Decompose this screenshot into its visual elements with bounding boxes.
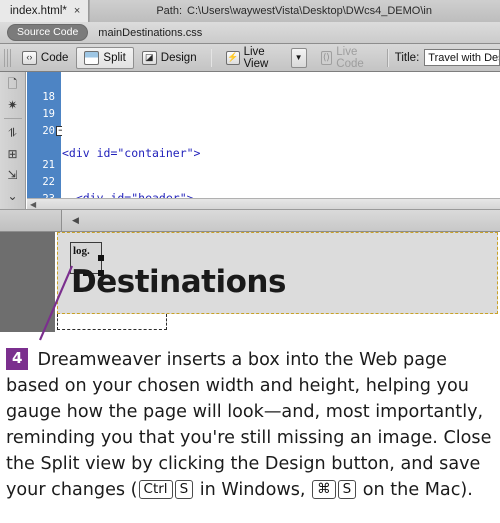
caption-text-part2: in Windows,	[194, 480, 312, 500]
design-view-button[interactable]: ◪ Design	[134, 47, 205, 69]
view-splitter-bar[interactable]: ◀	[0, 210, 500, 232]
caption-text-part1: Dreamweaver inserts a box into the Web p…	[6, 350, 492, 500]
design-view-pane: ◀ log. Destinations	[0, 210, 500, 332]
design-icon: ◪	[141, 50, 157, 65]
path-value: C:\Users\waywestVista\Desktop\DWcs4_DEMO…	[187, 5, 432, 17]
splitter-arrow-icon[interactable]: ◀	[72, 215, 79, 226]
split-view-label: Split	[103, 51, 126, 64]
header-div[interactable]: log. Destinations	[57, 232, 498, 314]
key-ctrl: Ctrl	[138, 480, 173, 499]
sidebar1-div[interactable]	[57, 314, 167, 330]
related-file-css[interactable]: mainDestinations.css	[98, 27, 202, 39]
canvas-background	[0, 232, 55, 332]
code-text-area[interactable]: <div id="container"> <div id="header"> <…	[62, 72, 500, 209]
expand-all-icon[interactable]: ⇲	[3, 166, 23, 184]
path-label: Path:	[156, 5, 183, 17]
resize-handle-right[interactable]	[98, 255, 104, 261]
snippet-icon[interactable]: ✷	[3, 96, 23, 114]
step-number-badge: 4	[6, 348, 29, 370]
document-tab-index-html[interactable]: index.html* ×	[0, 0, 90, 22]
lightning-icon: ⚡	[226, 50, 240, 65]
design-canvas[interactable]: log. Destinations	[0, 232, 500, 332]
coding-toolbar-divider	[3, 118, 22, 119]
line-number: 18	[42, 91, 55, 103]
document-tab-label: index.html*	[10, 5, 67, 17]
code-line: <div id="container">	[62, 146, 201, 160]
collapse-selection-icon[interactable]: ⊞	[3, 145, 23, 163]
line-number: 19	[42, 108, 55, 120]
dreamweaver-screenshot: index.html* × Path: C:\Users\waywestVist…	[0, 0, 500, 523]
page-heading[interactable]: Destinations	[71, 267, 286, 298]
code-icon: ‹›	[21, 50, 37, 65]
line-number-text: 20	[42, 125, 55, 137]
document-toolbar: ‹› Code Split ◪ Design ⚡ Live View ▼ ⟨⟩ …	[0, 44, 500, 72]
page-icon[interactable]: 🗋	[3, 75, 23, 93]
toolbar-divider	[210, 48, 213, 67]
code-view-label: Code	[40, 51, 69, 64]
splitter-tab-stub	[0, 210, 62, 231]
code-view-button[interactable]: ‹› Code	[14, 47, 77, 69]
logo-placeholder-label: log.	[73, 245, 90, 257]
page-title-input[interactable]: Travel with Destir	[424, 49, 500, 66]
line-number: 17	[27, 72, 55, 89]
live-view-label: Live View	[243, 45, 269, 70]
code-view-pane: 🗋 ✷ ⥮ ⊞ ⇲ ⌄ 17 18 19 20 − 21 22 23 24 <d…	[0, 72, 500, 210]
live-code-icon: ⟨⟩	[320, 50, 333, 65]
line-number: 22	[42, 176, 55, 188]
close-icon[interactable]: ×	[74, 5, 80, 17]
source-code-button[interactable]: Source Code	[7, 23, 89, 42]
document-tab-bar: index.html* × Path: C:\Users\waywestVist…	[0, 0, 500, 23]
instruction-caption: 4 Dreamweaver inserts a box into the Web …	[0, 341, 500, 523]
split-view-button[interactable]: Split	[76, 46, 134, 69]
line-number-wrapped	[27, 140, 55, 157]
expand-chevrons-icon[interactable]: ⌄	[3, 187, 23, 205]
key-s-mac: S	[337, 480, 357, 499]
code-horizontal-scrollbar[interactable]: ◀	[27, 198, 500, 209]
file-path-bar: Path: C:\Users\waywestVista\Desktop\DWcs…	[89, 0, 500, 22]
live-code-label: Live Code	[336, 45, 364, 70]
collapse-tag-icon[interactable]: ⥮	[3, 124, 23, 142]
key-s-windows: S	[174, 480, 194, 499]
live-view-dropdown[interactable]: ▼	[290, 47, 307, 68]
toolbar-divider-2	[387, 48, 389, 67]
design-view-label: Design	[160, 51, 197, 64]
toolbar-grip[interactable]	[4, 48, 11, 67]
title-label: Title:	[394, 51, 420, 64]
line-number-gutter: 17 18 19 20 − 21 22 23 24	[27, 72, 66, 209]
line-number: 20 −	[27, 123, 66, 140]
live-view-button[interactable]: ⚡ Live View	[218, 45, 286, 70]
key-command: ⌘	[312, 480, 336, 499]
related-files-bar: Source Code mainDestinations.css	[0, 22, 500, 44]
coding-toolbar: 🗋 ✷ ⥮ ⊞ ⇲ ⌄	[0, 72, 26, 209]
caption-text-part3: on the Mac).	[357, 480, 473, 500]
split-icon	[84, 50, 100, 65]
line-number: 21	[42, 159, 55, 171]
scroll-left-arrow-icon[interactable]: ◀	[30, 200, 36, 209]
container-div: log. Destinations	[55, 232, 500, 332]
live-code-button: ⟨⟩ Live Code	[313, 45, 383, 70]
